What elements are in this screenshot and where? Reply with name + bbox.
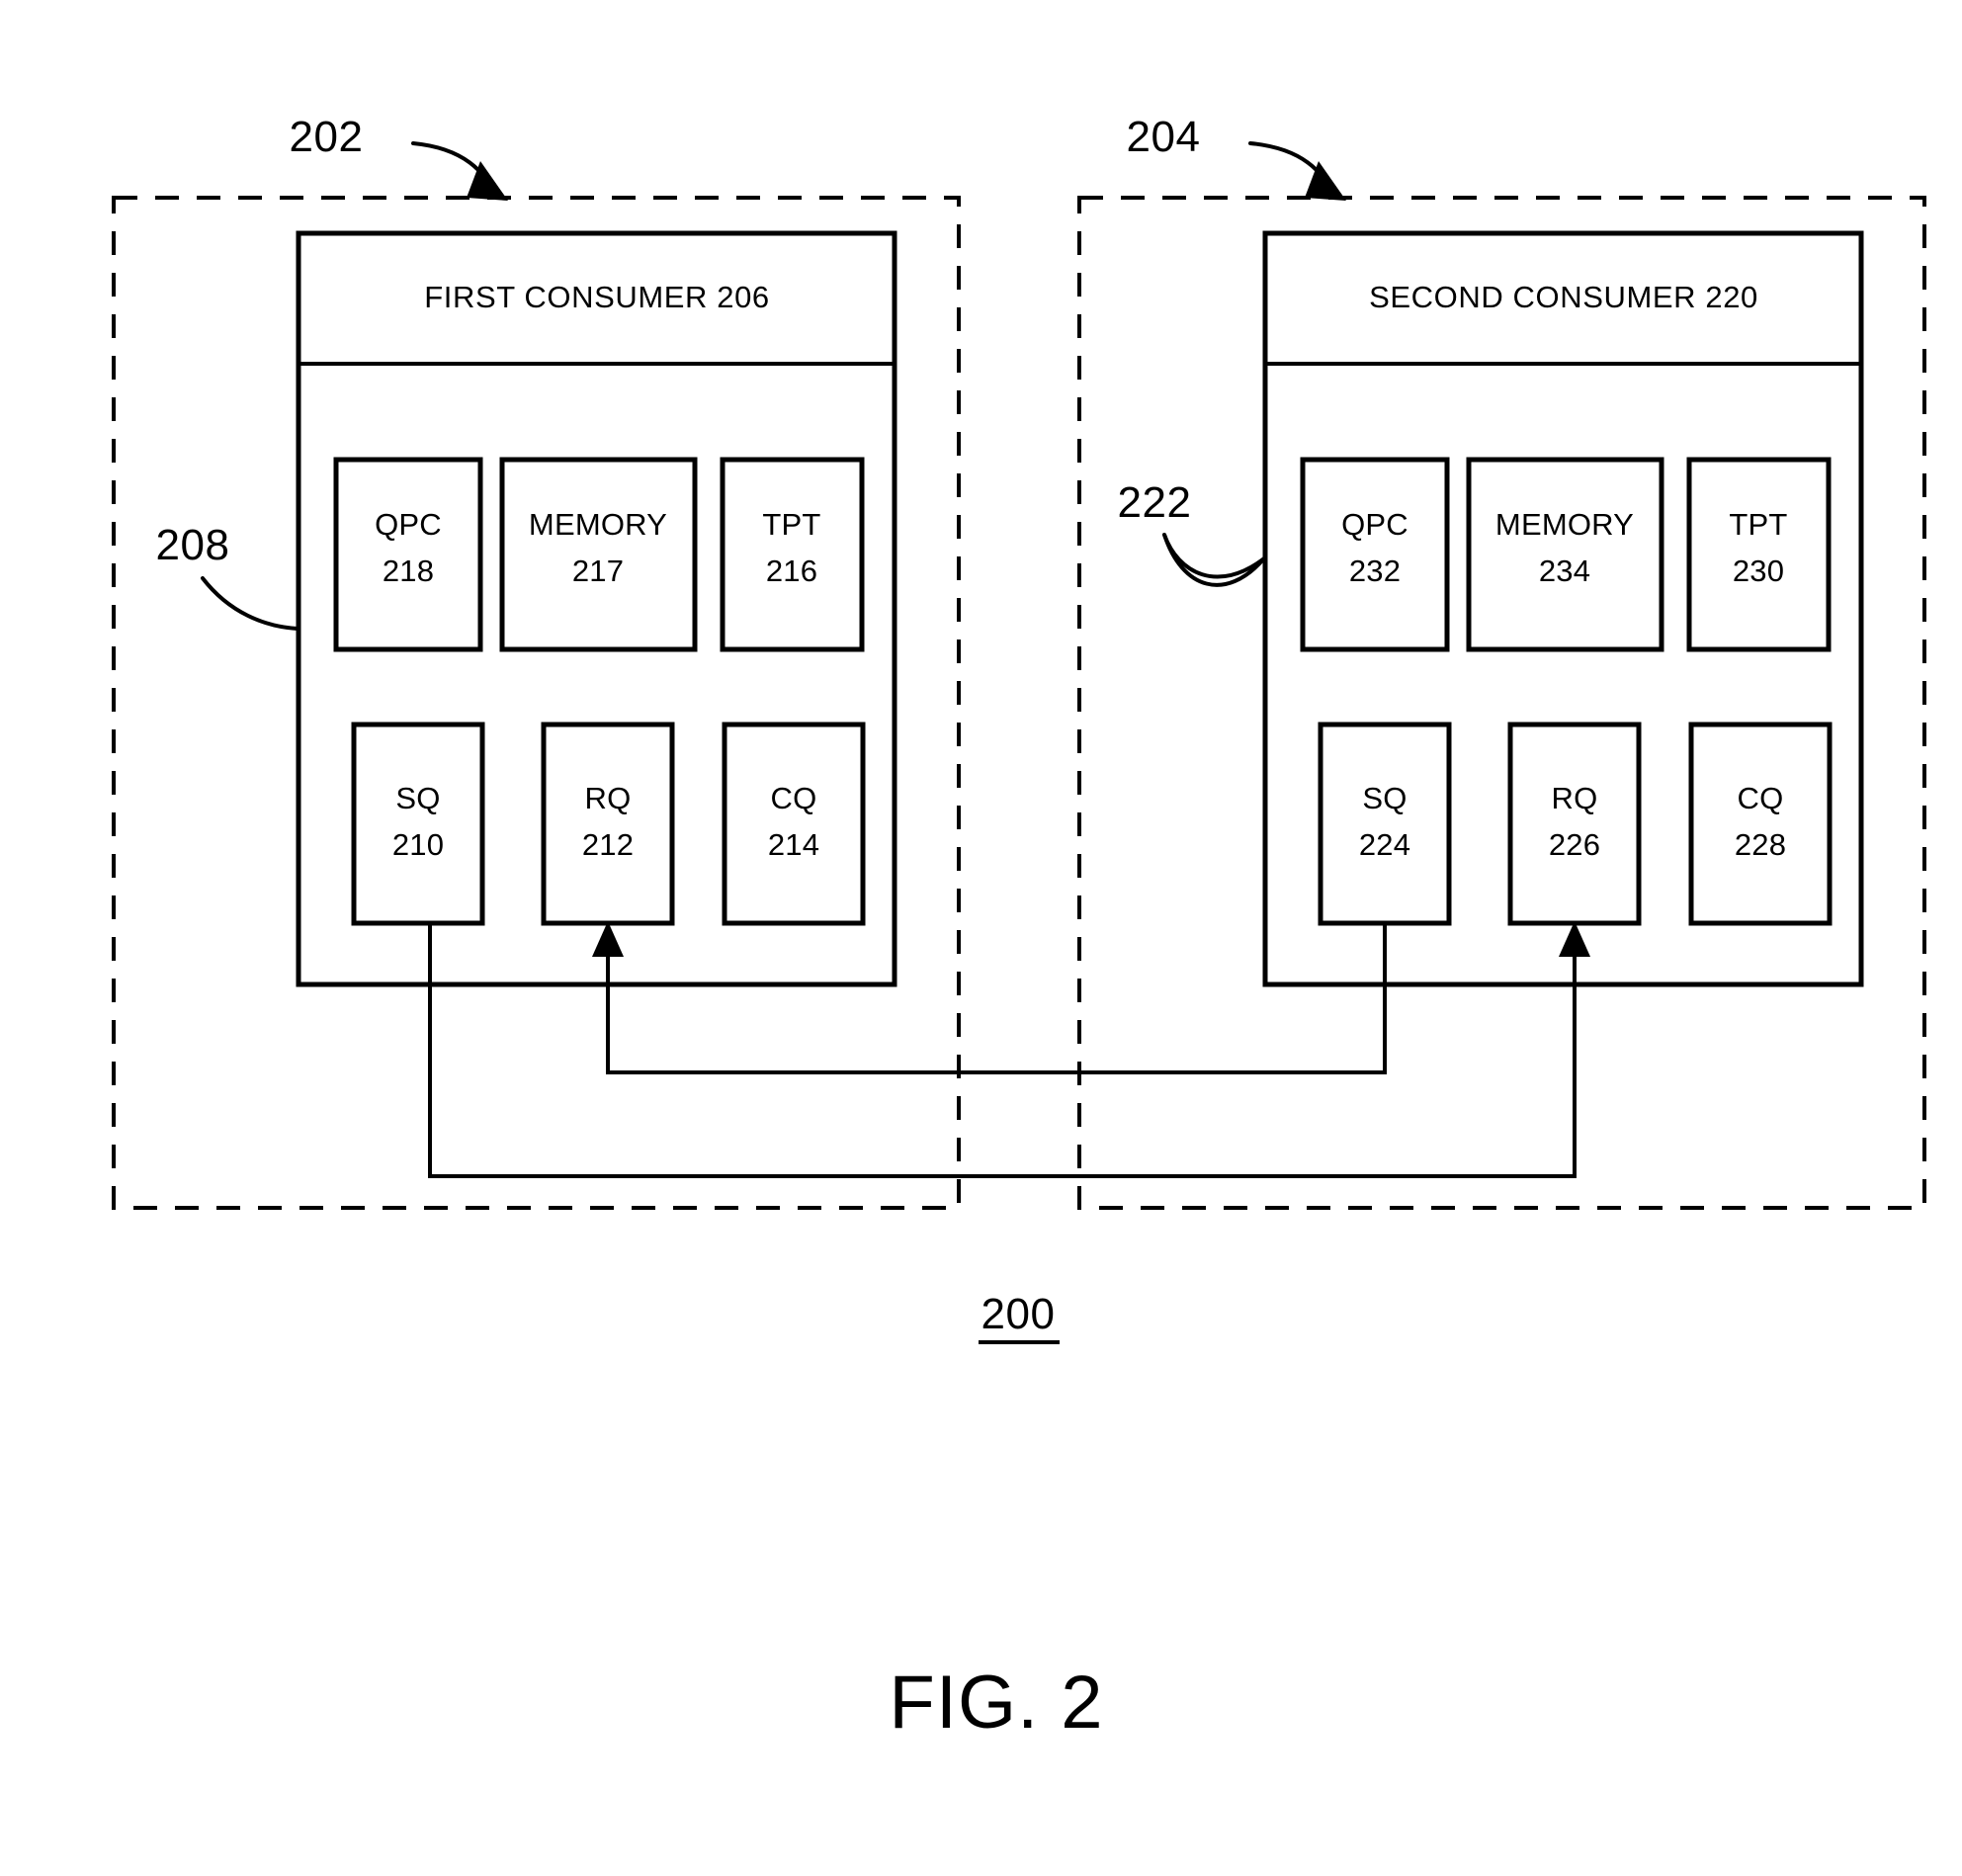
component-number-memory-217: 217 — [572, 554, 624, 588]
panel-title-second-consumer: SECOND CONSUMER 220 — [1369, 280, 1758, 314]
component-box-rq-212 — [541, 722, 675, 926]
component-box-sq-210 — [351, 722, 485, 926]
component-name-qpc-232: QPC — [1341, 507, 1408, 542]
component-name-rq-212: RQ — [585, 781, 632, 815]
ref-number-202: 202 — [290, 113, 364, 161]
component-box-cq-214 — [722, 722, 866, 926]
figure-caption: FIG. 2 — [889, 1661, 1103, 1745]
component-name-rq-226: RQ — [1552, 781, 1598, 815]
component-number-tpt-230: 230 — [1733, 554, 1784, 588]
component-number-cq-214: 214 — [768, 827, 819, 862]
ref-number-208: 208 — [156, 521, 230, 569]
panel-title-first-consumer: FIRST CONSUMER 206 — [424, 280, 770, 314]
component-name-cq-228: CQ — [1738, 781, 1784, 815]
component-box-sq-224 — [1318, 722, 1452, 926]
component-box-rq-226 — [1507, 722, 1642, 926]
component-name-tpt-230: TPT — [1729, 507, 1787, 542]
component-number-qpc-232: 232 — [1349, 554, 1401, 588]
component-number-sq-210: 210 — [392, 827, 444, 862]
figure-canvas: 202 FIRST CONSUMER 206 208 QPC 218 MEMOR… — [112, 113, 1926, 1745]
component-number-rq-212: 212 — [582, 827, 634, 862]
system-reference-number-200: 200 — [981, 1290, 1056, 1338]
component-number-cq-228: 228 — [1735, 827, 1786, 862]
ref-number-222: 222 — [1118, 478, 1192, 527]
component-name-memory-234: MEMORY — [1495, 507, 1634, 542]
component-name-qpc-218: QPC — [375, 507, 442, 542]
component-name-cq-214: CQ — [771, 781, 817, 815]
ref-number-204: 204 — [1127, 113, 1201, 161]
component-number-sq-224: 224 — [1359, 827, 1410, 862]
component-name-tpt-216: TPT — [762, 507, 820, 542]
component-box-cq-228 — [1688, 722, 1833, 926]
component-number-qpc-218: 218 — [383, 554, 434, 588]
component-number-rq-226: 226 — [1549, 827, 1600, 862]
component-number-memory-234: 234 — [1539, 554, 1590, 588]
component-name-sq-224: SQ — [1362, 781, 1407, 815]
component-name-memory-217: MEMORY — [529, 507, 667, 542]
component-name-sq-210: SQ — [395, 781, 440, 815]
leader-line-208 — [201, 576, 299, 631]
component-number-tpt-216: 216 — [766, 554, 817, 588]
patent-figure-2: 202 FIRST CONSUMER 206 208 QPC 218 MEMOR… — [0, 0, 1962, 1876]
